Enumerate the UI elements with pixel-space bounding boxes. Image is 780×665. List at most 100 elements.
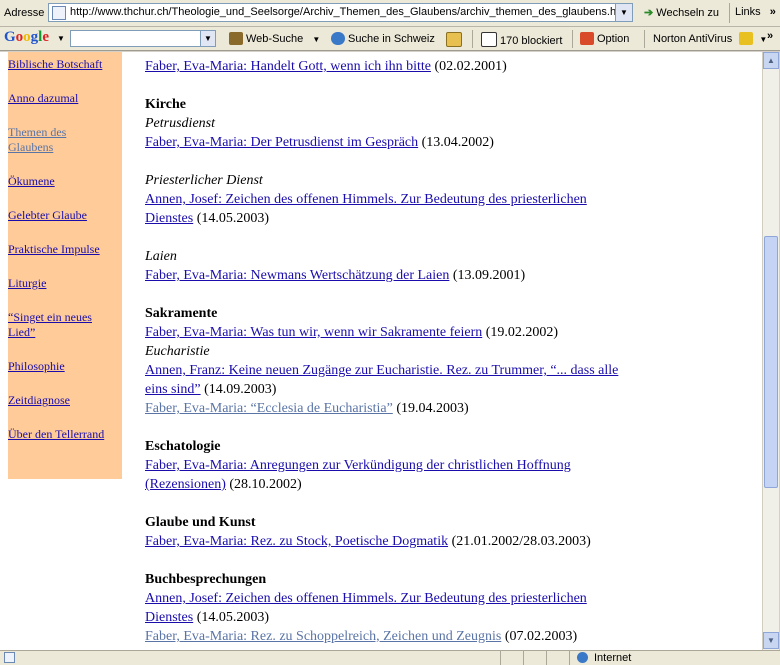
subsection-heading: Petrusdienst bbox=[145, 116, 215, 131]
article-link[interactable]: Dienstes bbox=[145, 211, 193, 226]
article-entry: (Rezensionen) (28.10.2002) bbox=[145, 475, 302, 494]
article-link[interactable]: eins sind” bbox=[145, 382, 201, 397]
status-cell bbox=[546, 651, 547, 665]
sidebar-item-singet-ein-neues-lied[interactable]: “Singet ein neues Lied” bbox=[8, 310, 108, 340]
separator bbox=[644, 30, 645, 48]
article-link[interactable]: Faber, Eva-Maria: “Ecclesia de Eucharist… bbox=[145, 401, 393, 416]
article-date: (19.02.2002) bbox=[482, 325, 559, 340]
section-heading: Glaube und Kunst bbox=[145, 515, 256, 530]
google-search-dropdown-icon[interactable]: ▼ bbox=[200, 31, 215, 46]
page-icon bbox=[52, 6, 66, 20]
article-date: (14.05.2003) bbox=[193, 211, 270, 226]
options-label: Option bbox=[597, 33, 630, 45]
article-link[interactable]: Faber, Eva-Maria: Was tun wir, wenn wir … bbox=[145, 325, 482, 340]
article-date: (19.04.2003) bbox=[392, 401, 469, 416]
web-search-dropdown-icon[interactable]: ▼ bbox=[312, 35, 320, 44]
sidebar-item-anno-dazumal[interactable]: Anno dazumal bbox=[8, 91, 120, 106]
go-arrow-icon: ➔ bbox=[644, 7, 654, 19]
sidebar-item-ueber-den-tellerrand[interactable]: Über den Tellerrand bbox=[8, 427, 120, 442]
globe-icon bbox=[331, 32, 345, 45]
article-entry: Faber, Eva-Maria: Der Petrusdienst im Ge… bbox=[145, 133, 494, 152]
section-heading: Kirche bbox=[145, 97, 186, 112]
sidebar-item-zeitdiagnose[interactable]: Zeitdiagnose bbox=[8, 393, 120, 408]
scroll-down-icon[interactable]: ▼ bbox=[763, 632, 779, 649]
article-entry: Faber, Eva-Maria: Was tun wir, wenn wir … bbox=[145, 323, 558, 342]
article-link[interactable]: Faber, Eva-Maria: Newmans Wertschätzung … bbox=[145, 268, 449, 283]
section-heading: Eschatologie bbox=[145, 439, 221, 454]
sidebar-item-gelebter-glaube[interactable]: Gelebter Glaube bbox=[8, 208, 120, 223]
status-cell bbox=[500, 651, 501, 665]
search-switzerland-button[interactable]: Suche in Schweiz bbox=[331, 32, 435, 45]
status-cell bbox=[569, 651, 570, 665]
google-menu-icon[interactable]: ▼ bbox=[57, 34, 65, 43]
popup-blocker-icon bbox=[481, 32, 497, 47]
sidebar-item-themen-des-glaubens[interactable]: Themen des Glaubens bbox=[8, 125, 88, 155]
article-link[interactable]: Faber, Eva-Maria: Rez. zu Stock, Poetisc… bbox=[145, 534, 448, 549]
news-button[interactable] bbox=[446, 32, 465, 47]
article-date: (21.01.2002/28.03.2003) bbox=[448, 534, 591, 549]
links-label: Links bbox=[735, 6, 761, 18]
article-link[interactable]: Annen, Josef: Zeichen des offenen Himmel… bbox=[145, 591, 587, 606]
article-link[interactable]: Dienstes bbox=[145, 610, 193, 625]
status-cell bbox=[523, 651, 524, 665]
article-date: (14.05.2003) bbox=[193, 610, 270, 625]
web-search-label: Web-Suche bbox=[246, 33, 304, 45]
sidebar-item-philosophie[interactable]: Philosophie bbox=[8, 359, 120, 374]
sidebar-item-liturgie[interactable]: Liturgie bbox=[8, 276, 120, 291]
popup-blocker-button[interactable]: 170 blockiert bbox=[481, 32, 562, 47]
sidebar-item-oekumene[interactable]: Ökumene bbox=[8, 174, 120, 189]
go-label: Wechseln zu bbox=[656, 7, 720, 19]
google-logo[interactable]: Google bbox=[4, 29, 49, 46]
status-page-icon bbox=[4, 652, 15, 663]
article-entry: Annen, Josef: Zeichen des offenen Himmel… bbox=[145, 589, 587, 608]
subsection-heading: Laien bbox=[145, 249, 177, 264]
article-link[interactable]: (Rezensionen) bbox=[145, 477, 226, 492]
sidebar-nav: Biblische Botschaft Anno dazumal Themen … bbox=[8, 52, 122, 479]
google-toolbar: Google ▼ ▼ Web-Suche ▼ Suche in Schweiz … bbox=[0, 27, 780, 51]
article-date: (13.04.2002) bbox=[418, 135, 494, 150]
article-entry: Annen, Josef: Zeichen des offenen Himmel… bbox=[145, 190, 587, 209]
article-entry: Faber, Eva-Maria: Anregungen zur Verkünd… bbox=[145, 456, 571, 475]
options-icon bbox=[580, 32, 594, 45]
toolbar-overflow-icon[interactable]: » bbox=[767, 30, 773, 42]
article-link[interactable]: Faber, Eva-Maria: Rez. zu Schoppelreich,… bbox=[145, 629, 501, 644]
article-link[interactable]: Annen, Franz: Keine neuen Zugänge zur Eu… bbox=[145, 363, 618, 378]
address-input[interactable]: http://www.thchur.ch/Theologie_und_Seels… bbox=[48, 3, 633, 22]
article-link[interactable]: Faber, Eva-Maria: Der Petrusdienst im Ge… bbox=[145, 135, 418, 150]
article-date: (28.10.2002) bbox=[225, 477, 302, 492]
section-heading: Sakramente bbox=[145, 306, 218, 321]
article-link[interactable]: Annen, Josef: Zeichen des offenen Himmel… bbox=[145, 192, 587, 207]
address-url[interactable]: http://www.thchur.ch/Theologie_und_Seels… bbox=[70, 6, 615, 18]
address-dropdown-icon[interactable]: ▼ bbox=[615, 4, 632, 21]
article-entry: Faber, Eva-Maria: Newmans Wertschätzung … bbox=[145, 266, 525, 285]
separator bbox=[572, 30, 573, 48]
sidebar-item-biblische-botschaft[interactable]: Biblische Botschaft bbox=[8, 57, 120, 72]
sidebar-item-praktische-impulse[interactable]: Praktische Impulse bbox=[8, 242, 120, 257]
go-button[interactable]: ➔ Wechseln zu bbox=[644, 6, 719, 19]
status-zone-label: Internet bbox=[594, 652, 632, 664]
separator bbox=[472, 30, 473, 48]
address-label: Adresse bbox=[4, 7, 45, 19]
section-heading: Buchbesprechungen bbox=[145, 572, 267, 587]
article-link[interactable]: Faber, Eva-Maria: Anregungen zur Verkünd… bbox=[145, 458, 571, 473]
norton-icon bbox=[739, 32, 754, 45]
article-entry: eins sind” (14.09.2003) bbox=[145, 380, 276, 399]
web-search-button[interactable]: Web-Suche ▼ bbox=[229, 32, 320, 45]
options-button[interactable]: Option bbox=[580, 32, 629, 45]
links-overflow-icon: » bbox=[769, 6, 776, 18]
norton-antivirus-button[interactable]: Norton AntiVirus ▼ bbox=[653, 32, 767, 45]
address-bar: Adresse http://www.thchur.ch/Theologie_u… bbox=[0, 0, 780, 27]
binoculars-icon bbox=[229, 32, 243, 45]
scroll-up-icon[interactable]: ▲ bbox=[763, 52, 779, 69]
article-entry: Faber, Eva-Maria: “Ecclesia de Eucharist… bbox=[145, 399, 469, 418]
google-search-input[interactable]: ▼ bbox=[70, 30, 216, 47]
links-button[interactable]: Links » bbox=[735, 6, 776, 18]
vertical-scrollbar[interactable]: ▲ ▼ bbox=[762, 52, 779, 650]
subsection-heading: Priesterlicher Dienst bbox=[145, 173, 263, 188]
article-entry: Dienstes (14.05.2003) bbox=[145, 209, 269, 228]
scroll-thumb[interactable] bbox=[764, 236, 778, 488]
status-zone: Internet bbox=[577, 652, 631, 664]
article-link[interactable]: Faber, Eva-Maria: Handelt Gott, wenn ich… bbox=[145, 59, 431, 74]
norton-label: Norton AntiVirus bbox=[653, 33, 733, 45]
subsection-heading: Eucharistie bbox=[145, 344, 210, 359]
